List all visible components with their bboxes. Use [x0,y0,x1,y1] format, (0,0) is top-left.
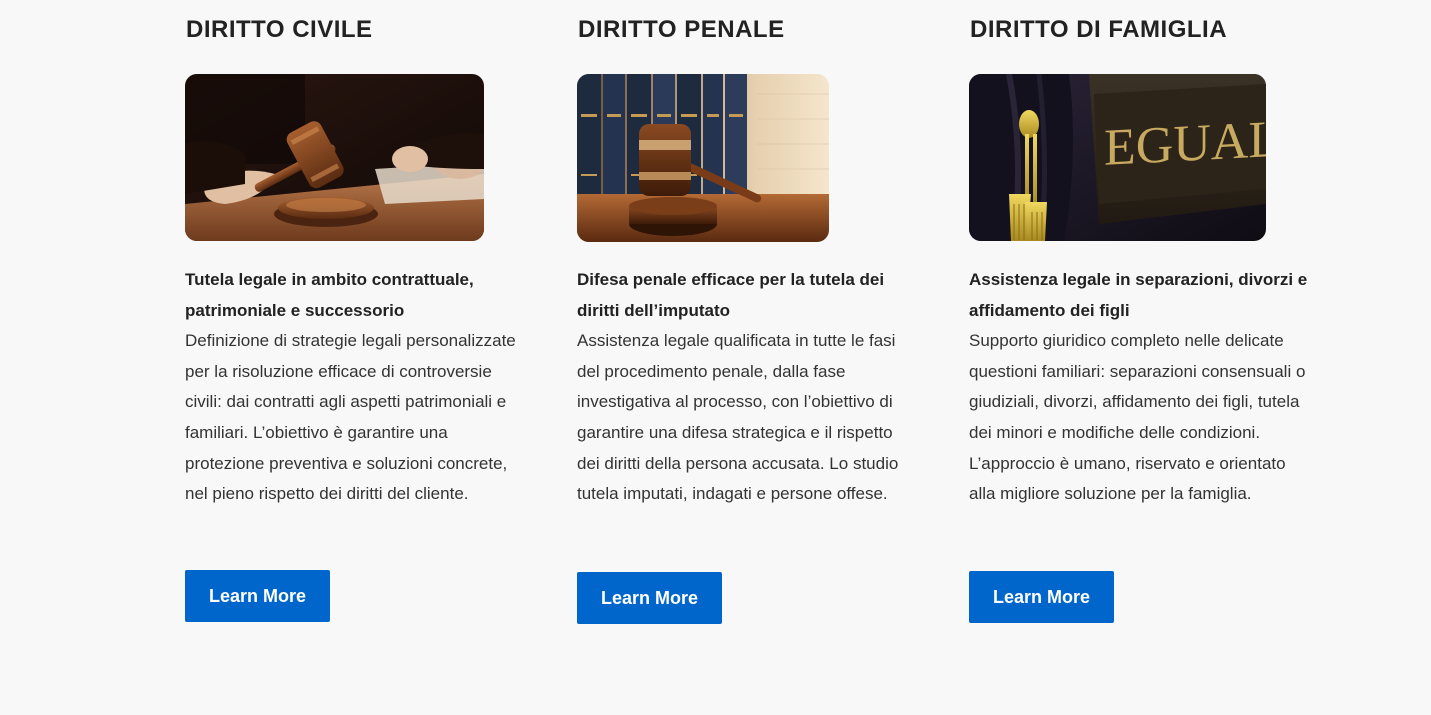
gavel-law-books-image [577,74,829,242]
card-title: DIRITTO DI FAMIGLIA [970,16,1228,43]
card-body-text: Supporto giuridico completo nelle delica… [969,331,1306,504]
card-body-text: Definizione di strategie legali personal… [185,331,516,504]
judge-gavel-image [185,74,484,241]
card-description: Difesa penale efficace per la tutela dei… [577,265,917,510]
card-subtitle: Tutela legale in ambito contrattuale, pa… [185,270,474,320]
card-title: DIRITTO CIVILE [186,16,373,43]
card-title: DIRITTO PENALE [578,16,785,43]
card-subtitle: Difesa penale efficace per la tutela dei… [577,270,885,320]
learn-more-button[interactable]: Learn More [969,571,1114,623]
learn-more-button[interactable]: Learn More [577,572,722,624]
card-description: Assistenza legale in separazioni, divorz… [969,265,1309,510]
card-description: Tutela legale in ambito contrattuale, pa… [185,265,525,510]
eguale-sign-text: EGUALE [1104,109,1266,177]
learn-more-button[interactable]: Learn More [185,570,330,622]
eguale-sign-robe-image: EGUALE [969,74,1266,241]
card-body-text: Assistenza legale qualificata in tutte l… [577,331,899,504]
card-subtitle: Assistenza legale in separazioni, divorz… [969,270,1308,320]
